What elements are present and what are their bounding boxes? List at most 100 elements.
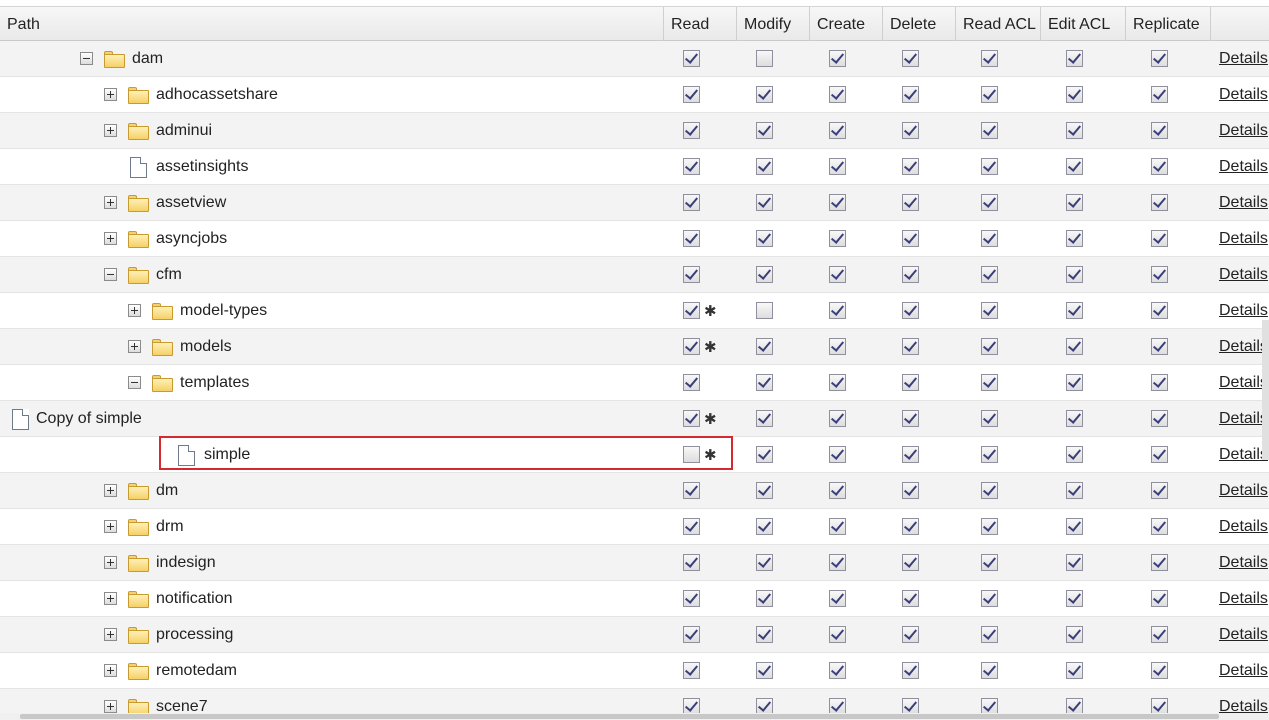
checkbox-replicate[interactable] bbox=[1151, 482, 1168, 499]
checkbox-edit-acl[interactable] bbox=[1066, 338, 1083, 355]
checkbox-replicate[interactable] bbox=[1151, 230, 1168, 247]
checkbox-modify[interactable] bbox=[756, 266, 773, 283]
checkbox-modify[interactable] bbox=[756, 698, 773, 714]
checkbox-replicate[interactable] bbox=[1151, 302, 1168, 319]
expand-icon[interactable] bbox=[104, 556, 117, 569]
checkbox-replicate[interactable] bbox=[1151, 158, 1168, 175]
checkbox-read-acl[interactable] bbox=[981, 518, 998, 535]
node-label[interactable]: dam bbox=[132, 41, 163, 77]
table-row[interactable]: cfm Details bbox=[0, 257, 1269, 293]
checkbox-replicate[interactable] bbox=[1151, 626, 1168, 643]
checkbox-edit-acl[interactable] bbox=[1066, 410, 1083, 427]
table-row[interactable]: scene7 Details bbox=[0, 689, 1269, 714]
expand-icon[interactable] bbox=[128, 304, 141, 317]
column-header-read[interactable]: Read bbox=[664, 7, 737, 41]
column-header-modify[interactable]: Modify bbox=[737, 7, 810, 41]
checkbox-edit-acl[interactable] bbox=[1066, 374, 1083, 391]
checkbox-read[interactable] bbox=[683, 662, 700, 679]
table-row[interactable]: dam Details bbox=[0, 41, 1269, 77]
checkbox-delete[interactable] bbox=[902, 590, 919, 607]
column-header-delete[interactable]: Delete bbox=[883, 7, 956, 41]
checkbox-replicate[interactable] bbox=[1151, 50, 1168, 67]
checkbox-create[interactable] bbox=[829, 482, 846, 499]
table-row[interactable]: drm Details bbox=[0, 509, 1269, 545]
checkbox-read[interactable] bbox=[683, 86, 700, 103]
checkbox-replicate[interactable] bbox=[1151, 122, 1168, 139]
expand-icon[interactable] bbox=[104, 664, 117, 677]
checkbox-read-acl[interactable] bbox=[981, 374, 998, 391]
checkbox-create[interactable] bbox=[829, 194, 846, 211]
details-link[interactable]: Details bbox=[1219, 257, 1268, 293]
table-row[interactable]: model-types ✱ Details bbox=[0, 293, 1269, 329]
checkbox-read-acl[interactable] bbox=[981, 554, 998, 571]
checkbox-delete[interactable] bbox=[902, 122, 919, 139]
node-label[interactable]: drm bbox=[156, 509, 184, 545]
collapse-icon[interactable] bbox=[128, 376, 141, 389]
checkbox-modify[interactable] bbox=[756, 482, 773, 499]
table-row[interactable]: templates Details bbox=[0, 365, 1269, 401]
node-label[interactable]: simple bbox=[204, 437, 250, 473]
checkbox-read[interactable] bbox=[683, 590, 700, 607]
checkbox-edit-acl[interactable] bbox=[1066, 590, 1083, 607]
checkbox-read-acl[interactable] bbox=[981, 662, 998, 679]
node-label[interactable]: scene7 bbox=[156, 689, 208, 714]
checkbox-create[interactable] bbox=[829, 338, 846, 355]
checkbox-create[interactable] bbox=[829, 410, 846, 427]
column-header-read-acl[interactable]: Read ACL bbox=[956, 7, 1041, 41]
checkbox-create[interactable] bbox=[829, 518, 846, 535]
table-row[interactable]: notification Details bbox=[0, 581, 1269, 617]
checkbox-create[interactable] bbox=[829, 122, 846, 139]
checkbox-edit-acl[interactable] bbox=[1066, 554, 1083, 571]
checkbox-read-acl[interactable] bbox=[981, 158, 998, 175]
checkbox-edit-acl[interactable] bbox=[1066, 482, 1083, 499]
checkbox-replicate[interactable] bbox=[1151, 338, 1168, 355]
node-label[interactable]: dm bbox=[156, 473, 178, 509]
checkbox-replicate[interactable] bbox=[1151, 194, 1168, 211]
node-label[interactable]: templates bbox=[180, 365, 249, 401]
checkbox-edit-acl[interactable] bbox=[1066, 446, 1083, 463]
checkbox-delete[interactable] bbox=[902, 698, 919, 714]
checkbox-modify[interactable] bbox=[756, 302, 773, 319]
checkbox-modify[interactable] bbox=[756, 410, 773, 427]
checkbox-modify[interactable] bbox=[756, 626, 773, 643]
column-header-edit-acl[interactable]: Edit ACL bbox=[1041, 7, 1126, 41]
details-link[interactable]: Details bbox=[1219, 653, 1268, 689]
checkbox-delete[interactable] bbox=[902, 662, 919, 679]
checkbox-edit-acl[interactable] bbox=[1066, 86, 1083, 103]
checkbox-read-acl[interactable] bbox=[981, 50, 998, 67]
checkbox-delete[interactable] bbox=[902, 626, 919, 643]
checkbox-create[interactable] bbox=[829, 590, 846, 607]
checkbox-delete[interactable] bbox=[902, 482, 919, 499]
checkbox-read-acl[interactable] bbox=[981, 122, 998, 139]
checkbox-modify[interactable] bbox=[756, 50, 773, 67]
checkbox-edit-acl[interactable] bbox=[1066, 266, 1083, 283]
details-link[interactable]: Details bbox=[1219, 113, 1268, 149]
checkbox-delete[interactable] bbox=[902, 518, 919, 535]
checkbox-modify[interactable] bbox=[756, 338, 773, 355]
checkbox-read-acl[interactable] bbox=[981, 626, 998, 643]
checkbox-edit-acl[interactable] bbox=[1066, 662, 1083, 679]
checkbox-create[interactable] bbox=[829, 302, 846, 319]
node-label[interactable]: assetview bbox=[156, 185, 226, 221]
table-row[interactable]: simple ✱ Details bbox=[0, 437, 1269, 473]
checkbox-modify[interactable] bbox=[756, 662, 773, 679]
checkbox-read[interactable] bbox=[683, 554, 700, 571]
details-link[interactable]: Details bbox=[1219, 581, 1268, 617]
details-link[interactable]: Details bbox=[1219, 41, 1268, 77]
checkbox-edit-acl[interactable] bbox=[1066, 158, 1083, 175]
checkbox-replicate[interactable] bbox=[1151, 86, 1168, 103]
checkbox-read-acl[interactable] bbox=[981, 302, 998, 319]
checkbox-edit-acl[interactable] bbox=[1066, 302, 1083, 319]
node-label[interactable]: Copy of simple bbox=[36, 401, 142, 437]
checkbox-create[interactable] bbox=[829, 446, 846, 463]
checkbox-create[interactable] bbox=[829, 158, 846, 175]
checkbox-edit-acl[interactable] bbox=[1066, 122, 1083, 139]
checkbox-modify[interactable] bbox=[756, 446, 773, 463]
checkbox-create[interactable] bbox=[829, 662, 846, 679]
checkbox-modify[interactable] bbox=[756, 158, 773, 175]
checkbox-read[interactable] bbox=[683, 302, 700, 319]
details-link[interactable]: Details bbox=[1219, 401, 1268, 437]
node-label[interactable]: adhocassetshare bbox=[156, 77, 278, 113]
checkbox-read-acl[interactable] bbox=[981, 86, 998, 103]
expand-icon[interactable] bbox=[104, 628, 117, 641]
